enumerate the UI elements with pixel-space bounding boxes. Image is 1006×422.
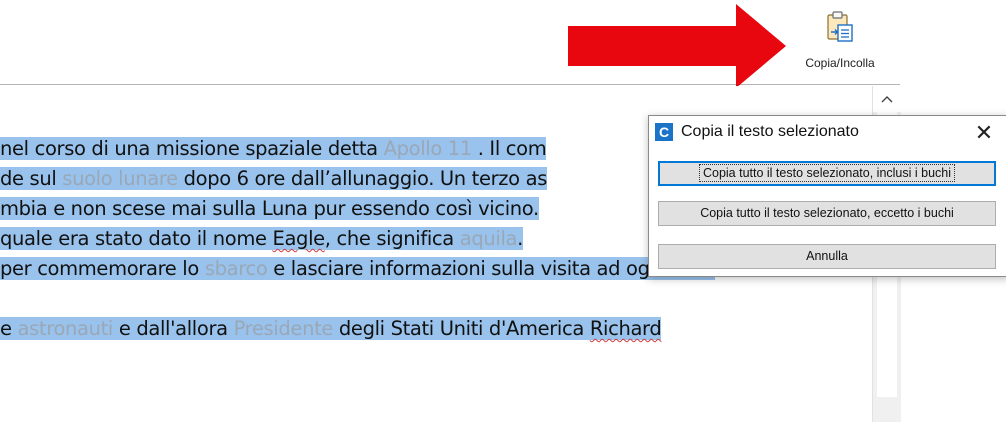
- selected-text: quale era stato dato il nome Eagle, che …: [0, 227, 523, 250]
- copy-including-holes-label: Copia tutto il testo selezionato, inclus…: [698, 164, 956, 182]
- blank-word: astronauti: [17, 317, 114, 340]
- red-arrow-icon: [568, 4, 786, 88]
- copy-excluding-holes-label: Copia tutto il testo selezionato, eccett…: [700, 206, 954, 220]
- spellcheck-word: Richard: [589, 317, 662, 340]
- text-run: de sul: [0, 167, 63, 190]
- document-line: quale era stato dato il nome Eagle, che …: [0, 224, 523, 254]
- document-line: de sul suolo lunare dopo 6 ore dall’allu…: [0, 164, 547, 194]
- text-run: .: [517, 227, 523, 250]
- text-run: e: [0, 317, 18, 340]
- copy-excluding-holes-button[interactable]: Copia tutto il testo selezionato, eccett…: [658, 201, 996, 226]
- copy-paste-label: Copia/Incolla: [805, 56, 875, 70]
- copy-including-holes-button[interactable]: Copia tutto il testo selezionato, inclus…: [658, 161, 996, 186]
- document-line: per commemorare lo sbarco e lasciare inf…: [0, 254, 716, 284]
- text-run: quale era stato dato il nome: [0, 227, 273, 250]
- scroll-up-icon[interactable]: [873, 86, 901, 112]
- blank-word: Presidente: [233, 317, 334, 340]
- blank-word: Apollo 11: [383, 137, 473, 160]
- blank-word: sbarco: [204, 257, 268, 280]
- dialog-title: Copia il testo selezionato: [681, 123, 859, 140]
- text-run: . Il com: [471, 137, 547, 160]
- spellcheck-word: Eagle: [272, 227, 325, 250]
- cancel-button[interactable]: Annulla: [658, 244, 996, 269]
- text-run: nel corso di una missione spaziale detta: [0, 137, 384, 160]
- text-run: mbia e non scese mai sulla Luna pur esse…: [0, 197, 539, 220]
- document-line: nel corso di una missione spaziale detta…: [0, 134, 547, 164]
- selected-text: de sul suolo lunare dopo 6 ore dall’allu…: [0, 167, 547, 190]
- app-logo-icon: C: [655, 123, 673, 141]
- text-run: per commemorare lo: [0, 257, 205, 280]
- selected-text: nel corso di una missione spaziale detta…: [0, 137, 547, 160]
- cancel-label: Annulla: [806, 249, 848, 263]
- selected-text: e astronauti e dall'allora Presidente de…: [0, 317, 662, 340]
- blank-word: suolo lunare: [62, 167, 178, 190]
- text-run: e dall'allora: [113, 317, 234, 340]
- text-run: , che significa: [324, 227, 460, 250]
- text-run: degli Stati Uniti d'America: [333, 317, 590, 340]
- document-line: mbia e non scese mai sulla Luna pur esse…: [0, 194, 539, 224]
- blank-word: aquila: [459, 227, 518, 250]
- clipboard-paste-icon: [827, 11, 853, 42]
- text-run: dopo 6 ore dall’allunaggio. Un terzo as: [177, 167, 548, 190]
- document-line: e astronauti e dall'allora Presidente de…: [0, 314, 662, 344]
- selected-text: mbia e non scese mai sulla Luna pur esse…: [0, 197, 539, 220]
- toolbar: Copia/Incolla: [0, 0, 1006, 85]
- dialog-titlebar[interactable]: C Copia il testo selezionato ✕: [649, 116, 1006, 150]
- close-icon[interactable]: ✕: [967, 118, 1001, 148]
- copy-selection-dialog: C Copia il testo selezionato ✕ Copia tut…: [648, 115, 1006, 277]
- selected-text: per commemorare lo sbarco e lasciare inf…: [0, 257, 716, 280]
- copy-paste-button[interactable]: Copia/Incolla: [790, 6, 890, 74]
